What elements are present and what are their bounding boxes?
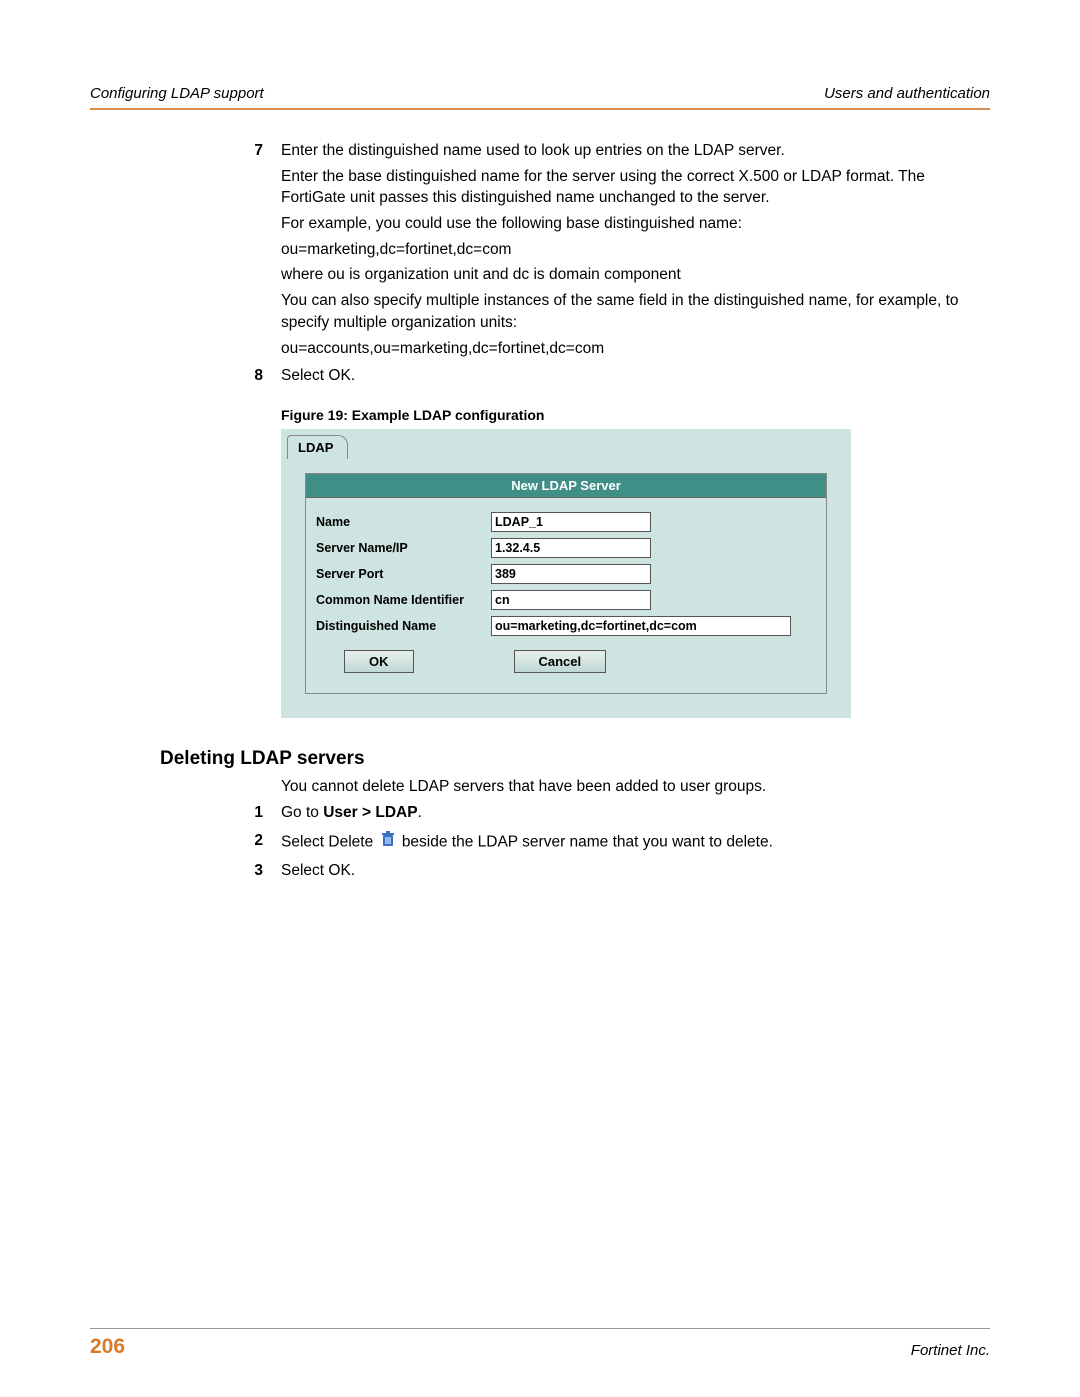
input-server[interactable] xyxy=(491,538,651,558)
page-number: 206 xyxy=(90,1335,125,1359)
step-7: 7 Enter the distinguished name used to l… xyxy=(245,140,990,363)
label-cni: Common Name Identifier xyxy=(316,593,491,607)
del1-post: . xyxy=(418,804,422,821)
label-dn: Distinguished Name xyxy=(316,619,491,633)
header-right: Users and authentication xyxy=(824,85,990,102)
ldap-tab[interactable]: LDAP xyxy=(287,435,348,459)
del1-bold: User > LDAP xyxy=(323,804,417,821)
step-body: Enter the distinguished name used to loo… xyxy=(281,140,990,363)
input-cni[interactable] xyxy=(491,590,651,610)
step-number: 1 xyxy=(245,802,281,828)
step-8: 8 Select OK. xyxy=(245,365,990,391)
step7-p7: ou=accounts,ou=marketing,dc=fortinet,dc=… xyxy=(281,338,990,360)
step-body: Select OK. xyxy=(281,860,990,886)
label-port: Server Port xyxy=(316,567,491,581)
ldap-form-title: New LDAP Server xyxy=(306,474,826,498)
step-body: Select OK. xyxy=(281,365,990,391)
step7-p1: Enter the distinguished name used to loo… xyxy=(281,140,990,162)
del2-post: beside the LDAP server name that you wan… xyxy=(402,833,773,850)
del3-text: Select OK. xyxy=(281,860,990,882)
ldap-config-panel: LDAP New LDAP Server Name Server Name/IP… xyxy=(281,429,851,718)
step-body: Go to User > LDAP. xyxy=(281,802,990,828)
deleting-intro: You cannot delete LDAP servers that have… xyxy=(281,778,990,796)
cancel-button[interactable]: Cancel xyxy=(514,650,607,673)
deleting-heading: Deleting LDAP servers xyxy=(160,748,990,770)
step-number: 3 xyxy=(245,860,281,886)
input-port[interactable] xyxy=(491,564,651,584)
step-number: 8 xyxy=(245,365,281,391)
label-server: Server Name/IP xyxy=(316,541,491,555)
input-name[interactable] xyxy=(491,512,651,532)
page-header: Configuring LDAP support Users and authe… xyxy=(90,85,990,110)
step7-p6: You can also specify multiple instances … xyxy=(281,290,990,333)
trash-icon xyxy=(380,830,396,855)
step-number: 2 xyxy=(245,830,281,859)
delete-step-2: 2 Select Delete beside t xyxy=(245,830,990,859)
ok-button[interactable]: OK xyxy=(344,650,414,673)
step7-p5: where ou is organization unit and dc is … xyxy=(281,264,990,286)
footer-company: Fortinet Inc. xyxy=(911,1342,990,1359)
ldap-form-box: New LDAP Server Name Server Name/IP Serv… xyxy=(305,473,827,694)
del2-pre: Select Delete xyxy=(281,833,378,850)
del1-pre: Go to xyxy=(281,804,323,821)
delete-step-1: 1 Go to User > LDAP. xyxy=(245,802,990,828)
header-left: Configuring LDAP support xyxy=(90,85,264,102)
step-number: 7 xyxy=(245,140,281,363)
step7-p4: ou=marketing,dc=fortinet,dc=com xyxy=(281,239,990,261)
input-dn[interactable] xyxy=(491,616,791,636)
step7-p2: Enter the base distinguished name for th… xyxy=(281,166,990,209)
step-body: Select Delete beside the LDAP server nam… xyxy=(281,830,990,859)
page-footer: 206 Fortinet Inc. xyxy=(90,1328,990,1359)
delete-step-3: 3 Select OK. xyxy=(245,860,990,886)
step8-p1: Select OK. xyxy=(281,365,990,387)
step7-p3: For example, you could use the following… xyxy=(281,213,990,235)
label-name: Name xyxy=(316,515,491,529)
figure-caption: Figure 19: Example LDAP configuration xyxy=(281,407,990,423)
